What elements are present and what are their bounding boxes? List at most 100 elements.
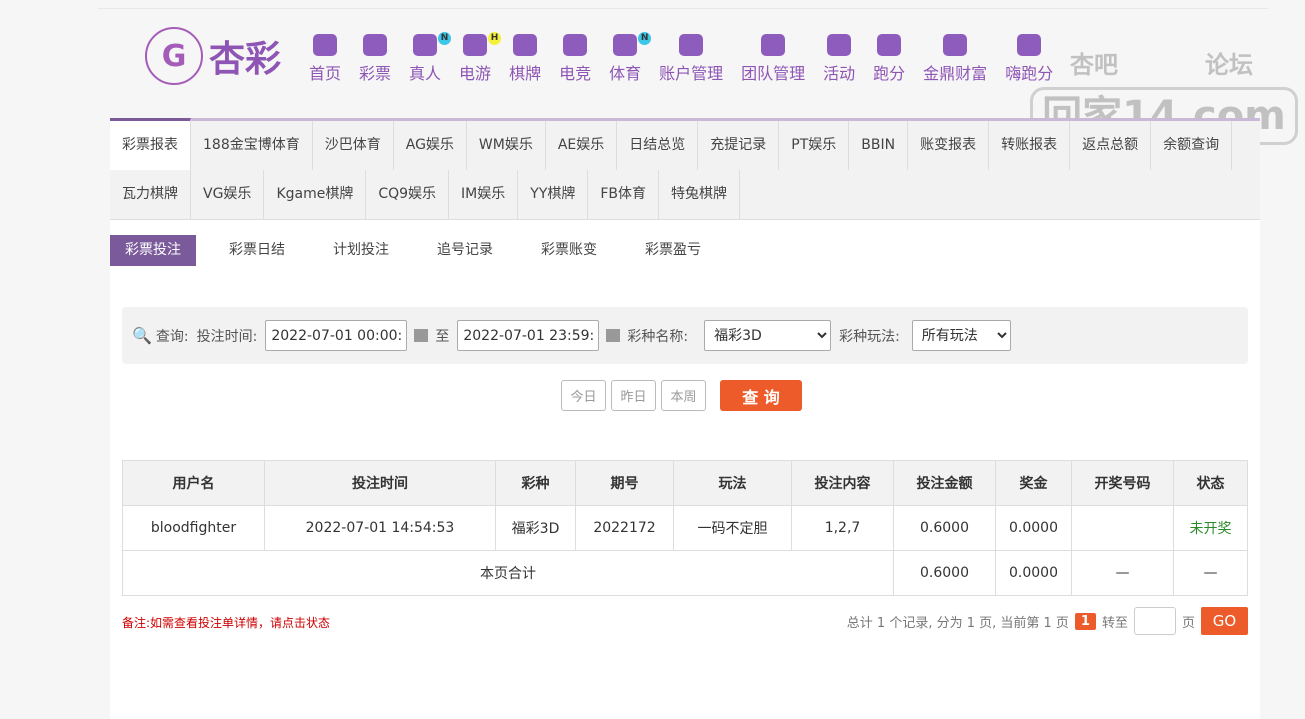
play-select[interactable]: 所有玩法 <box>911 320 1011 351</box>
nav-icon <box>761 34 786 56</box>
nav-icon <box>513 34 538 56</box>
tab[interactable]: 日结总览 <box>617 121 699 170</box>
column-header: 奖金 <box>995 460 1072 506</box>
tab[interactable]: 转账报表 <box>989 121 1071 170</box>
tab[interactable]: FB体育 <box>588 170 660 219</box>
logo-text: 杏彩 <box>209 39 282 80</box>
nav-item[interactable]: 彩票 <box>359 34 391 84</box>
column-header: 玩法 <box>673 460 792 506</box>
nav-label: 团队管理 <box>741 64 806 83</box>
total-label: 本页合计 <box>122 550 894 596</box>
table-cell[interactable]: 未开奖 <box>1173 505 1248 551</box>
content-panel: 彩票报表 188金宝博体育 沙巴体育 AG娱乐 WM娱乐 AE娱乐 日结总览 充提记录 PT娱乐… <box>110 118 1260 719</box>
tab[interactable]: BBIN <box>849 121 909 170</box>
table-cell: 一码不定胆 <box>673 505 792 551</box>
report-tabs: 彩票报表 188金宝博体育 沙巴体育 AG娱乐 WM娱乐 AE娱乐 日结总览 充提记录 PT娱乐… <box>110 118 1260 220</box>
total-status: — <box>1173 550 1248 596</box>
tab[interactable]: 188金宝博体育 <box>191 121 313 170</box>
tab[interactable]: IM娱乐 <box>449 170 519 219</box>
nav-label: 电竞 <box>559 64 592 83</box>
nav-item[interactable]: 体育 N <box>609 32 652 84</box>
nav-item[interactable]: 首页 <box>309 34 341 84</box>
tab[interactable]: 彩票报表 <box>110 118 191 170</box>
column-header: 彩种 <box>495 460 576 506</box>
nav-icon <box>827 34 852 56</box>
top-divider <box>98 8 1268 9</box>
tab[interactable]: CQ9娱乐 <box>366 170 450 219</box>
tab[interactable]: WM娱乐 <box>467 121 546 170</box>
end-time-input[interactable] <box>457 320 600 351</box>
sub-tab[interactable]: 计划投注 <box>318 235 404 266</box>
tab[interactable]: 特兔棋牌 <box>659 170 741 219</box>
logo[interactable]: G 杏彩 <box>145 27 281 85</box>
nav-item[interactable]: 团队管理 <box>741 34 805 84</box>
tab[interactable]: 充提记录 <box>698 121 780 170</box>
nav-label: 活动 <box>823 64 856 83</box>
nav-label: 跑分 <box>873 64 906 83</box>
nav-label: 棋牌 <box>509 64 542 83</box>
go-button[interactable]: GO <box>1201 607 1248 635</box>
tab[interactable]: VG娱乐 <box>191 170 265 219</box>
nav-icon <box>413 34 438 56</box>
pagination: 总计 1 个记录, 分为 1 页, 当前第 1 页 1 转至 页 GO <box>847 607 1248 635</box>
nav-badge: N <box>638 32 652 45</box>
tab[interactable]: 瓦力棋牌 <box>110 170 191 219</box>
page-label: 页 <box>1181 615 1195 631</box>
tab[interactable]: AE娱乐 <box>546 121 618 170</box>
tab[interactable]: 返点总额 <box>1070 121 1152 170</box>
tab[interactable]: 余额查询 <box>1151 121 1233 170</box>
watermark-text: 论坛 <box>1205 51 1253 79</box>
total-amount: 0.6000 <box>893 550 996 596</box>
sub-tab[interactable]: 追号记录 <box>422 235 508 266</box>
nav-item[interactable]: 跑分 <box>873 34 905 84</box>
tab[interactable]: Kgame棋牌 <box>264 170 367 219</box>
table-cell <box>1071 505 1174 551</box>
today-button[interactable]: 今日 <box>561 380 606 411</box>
sub-tab[interactable]: 彩票投注 <box>110 235 196 266</box>
page-input[interactable] <box>1133 607 1176 635</box>
tab[interactable]: AG娱乐 <box>394 121 467 170</box>
table-header: 用户名 投注时间 彩种 期号 玩法 投注内容 投注金额 奖金 开奖号码 状态 <box>122 460 1248 506</box>
column-header: 状态 <box>1173 460 1248 506</box>
sub-tab[interactable]: 彩票日结 <box>214 235 300 266</box>
bets-table: 用户名 投注时间 彩种 期号 玩法 投注内容 投注金额 奖金 开奖号码 状态 bloodfight… <box>122 460 1248 596</box>
nav-item[interactable]: 棋牌 <box>509 34 541 84</box>
nav-item[interactable]: 账户管理 <box>659 34 723 84</box>
table-cell: 2022-07-01 14:54:53 <box>264 505 496 551</box>
watermark-text: 杏吧 <box>1070 51 1118 79</box>
total-code: — <box>1071 550 1174 596</box>
this-week-button[interactable]: 本周 <box>661 380 706 411</box>
column-header: 期号 <box>575 460 674 506</box>
yesterday-button[interactable]: 昨日 <box>611 380 656 411</box>
total-bonus: 0.0000 <box>995 550 1072 596</box>
table-cell: 0.6000 <box>893 505 996 551</box>
current-page[interactable]: 1 <box>1074 612 1096 630</box>
lottery-select[interactable]: 福彩3D <box>704 320 832 351</box>
nav-item[interactable]: 电游 H <box>459 32 502 84</box>
nav-item[interactable]: 金鼎财富 <box>923 34 987 84</box>
nav-label: 电游 <box>459 64 492 83</box>
query-button[interactable]: 查 询 <box>720 380 802 411</box>
nav-item[interactable]: 活动 <box>823 34 855 84</box>
calendar-icon[interactable] <box>414 329 429 342</box>
main-nav: 首页 彩票 真人 N 电游 H 棋牌 电竞 体育 N 账户管理 团队管理 活动 跑分 金鼎财富 嗨跑分 <box>300 32 1062 84</box>
sub-tab[interactable]: 彩票账变 <box>526 235 612 266</box>
nav-icon <box>463 34 488 56</box>
total-row: 本页合计 0.6000 0.0000 — — <box>122 550 1248 596</box>
lottery-label: 彩种名称: <box>627 328 689 345</box>
nav-icon <box>613 34 638 56</box>
table-cell: 1,2,7 <box>791 505 894 551</box>
tab[interactable]: YY棋牌 <box>518 170 589 219</box>
nav-item[interactable]: 电竞 <box>559 34 591 84</box>
sub-tab[interactable]: 彩票盈亏 <box>630 235 716 266</box>
query-bar: 🔍 查询: 投注时间: 至 彩种名称: 福彩3D 彩种玩法: 所有玩法 <box>122 307 1248 364</box>
tab[interactable]: PT娱乐 <box>779 121 850 170</box>
nav-item[interactable]: 真人 N <box>409 32 452 84</box>
nav-label: 真人 <box>409 64 442 83</box>
tab[interactable]: 沙巴体育 <box>313 121 394 170</box>
tab[interactable]: 账变报表 <box>908 121 990 170</box>
column-header: 用户名 <box>122 460 265 506</box>
start-time-input[interactable] <box>265 320 408 351</box>
calendar-icon[interactable] <box>606 329 621 342</box>
column-header: 投注内容 <box>791 460 894 506</box>
